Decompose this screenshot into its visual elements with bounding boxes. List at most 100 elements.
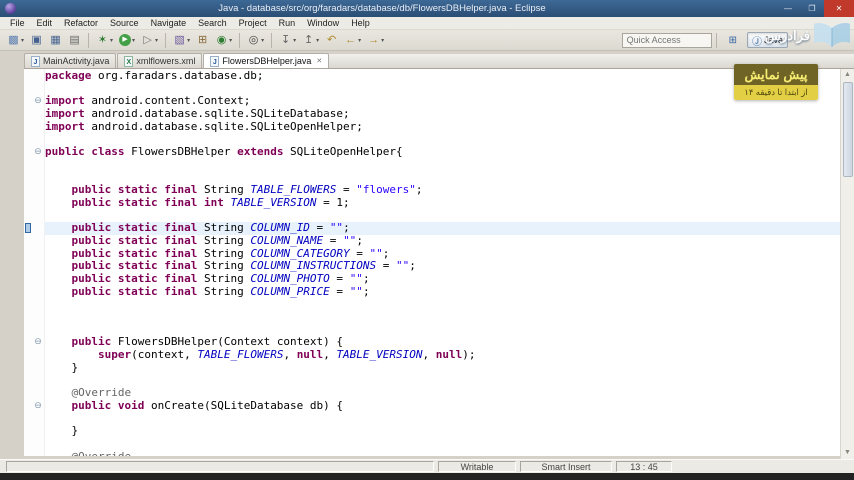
tab-bar: J MainActivity.java Xxmlflowers.xml J Flower… [24, 53, 854, 69]
menu-item-edit[interactable]: Edit [31, 18, 59, 28]
code-line[interactable] [45, 311, 854, 324]
quick-access-input[interactable] [621, 32, 712, 48]
tab-xmlflowers.xml[interactable]: Xxmlflowers.xml [117, 53, 203, 68]
menu-item-help[interactable]: Help [345, 18, 376, 28]
code-line[interactable]: public void onCreate(SQLiteDatabase db) … [45, 399, 854, 413]
code-line[interactable] [45, 413, 854, 426]
code-lines[interactable]: package org.faradars.database.db; import… [45, 69, 854, 456]
fold-cell [32, 247, 44, 260]
window-title: Java - database/src/org/faradars/databas… [218, 3, 546, 14]
save-all-icon[interactable]: ▦ [47, 32, 64, 49]
minimize-button[interactable]: — [776, 0, 800, 17]
search-icon[interactable]: ◎ ▾ [245, 32, 266, 49]
fold-margin: ⊖ ⊖ ⊖ ⊖ [32, 69, 45, 456]
code-line[interactable] [45, 438, 854, 451]
prev-annotation-icon[interactable]: ↥ ▾ [300, 32, 321, 49]
status-writable: Writable [438, 461, 516, 472]
fold-cell [32, 310, 44, 323]
bottom-strip [0, 473, 854, 480]
maximize-button[interactable]: ❐ [800, 0, 824, 17]
xml-file-icon: X [124, 55, 134, 67]
code-line[interactable]: } [45, 424, 854, 438]
code-line[interactable]: super(context, TABLE_FLOWERS, null, TABL… [45, 348, 854, 362]
status-bar: Writable Smart Insert 13 : 45 [0, 459, 854, 473]
fold-cell [32, 171, 44, 184]
menu-item-window[interactable]: Window [301, 18, 345, 28]
fold-cell [32, 323, 44, 336]
forward-icon[interactable]: → ▾ [365, 32, 386, 49]
tab-close-icon[interactable]: ✕ [316, 57, 322, 65]
fold-cell [32, 234, 44, 247]
fold-cell [32, 259, 44, 272]
window-controls: — ❐ ✕ [776, 0, 854, 17]
toolbar-icons: ▩ ▾ ▣ ▦ ▤ ✶ ▾ ▶ ▾ ▷ ▾ ▧ ▾ ⊞ ◉ ▾ ◎ ▾ ↧ ▾ ↥ ▾ ↶ ← ▾ → ▾ [4, 32, 387, 49]
code-line[interactable] [45, 375, 854, 388]
menu-item-refactor[interactable]: Refactor [58, 18, 104, 28]
title-bar: Java - database/src/org/faradars/databas… [0, 0, 854, 17]
fold-collapse-icon[interactable]: ⊖ [32, 399, 44, 412]
close-button[interactable]: ✕ [824, 0, 854, 17]
main-toolbar: ▩▾▣▦▤✶▾▶▾▷▾▧▾⊞◉▾◎▾↧▾↥▾↶←▾→▾ ⊞ⒿJava [0, 30, 854, 51]
tab-flowersdbhelper.java[interactable]: J FlowersDBHelper.java ✕ [203, 53, 330, 68]
last-edit-location-icon[interactable]: ↶ [323, 32, 340, 49]
tab-label: xmlflowers.xml [136, 56, 196, 66]
run-icon[interactable]: ▶ ▾ [117, 32, 137, 49]
fold-cell [32, 297, 44, 310]
scroll-down-icon[interactable]: ▼ [844, 447, 851, 459]
code-line[interactable]: } [45, 361, 854, 375]
toolbar-separator [88, 32, 90, 48]
menu-item-project[interactable]: Project [233, 18, 273, 28]
tab-mainactivity.java[interactable]: J MainActivity.java [24, 53, 117, 68]
fold-cell [32, 132, 44, 145]
scroll-up-icon[interactable]: ▲ [844, 69, 851, 81]
fold-cell [32, 158, 44, 171]
java-perspective-button[interactable]: Ⓙ Java [746, 32, 788, 48]
scrollbar-thumb[interactable] [842, 82, 853, 177]
fold-cell [32, 285, 44, 298]
java-file-icon: J [210, 55, 220, 67]
toolbar-separator [715, 32, 717, 48]
fold-cell [32, 183, 44, 196]
code-line[interactable] [45, 298, 854, 311]
vertical-scrollbar[interactable]: ▲ ▼ [840, 69, 854, 459]
fold-cell [32, 437, 44, 450]
new-class-icon[interactable]: ◉ ▾ [213, 32, 234, 49]
fold-cell [32, 272, 44, 285]
menubar: File Edit Refactor Source Navigate Search Proj… [0, 17, 854, 30]
fold-cell [32, 386, 44, 399]
fold-cell [32, 221, 44, 234]
workspace: J MainActivity.java Xxmlflowers.xml J Flower… [0, 51, 854, 459]
open-perspective-button[interactable]: ⊞ [724, 32, 744, 48]
code-editor[interactable]: ⊖ ⊖ ⊖ ⊖ package org.faradars.database.db; i… [24, 69, 854, 456]
new-java-project-icon[interactable]: ▧ ▾ [171, 32, 192, 49]
fold-cell [32, 209, 44, 222]
code-line[interactable]: public static final int TABLE_VERSION = … [45, 196, 854, 210]
fold-collapse-icon[interactable]: ⊖ [32, 145, 44, 158]
fold-collapse-icon[interactable]: ⊖ [32, 335, 44, 348]
menu-item-source[interactable]: Source [104, 18, 145, 28]
debug-icon[interactable]: ✶ ▾ [94, 32, 115, 49]
menu-item-run[interactable]: Run [273, 18, 302, 28]
fold-cell [32, 361, 44, 374]
code-line[interactable] [45, 159, 854, 172]
new-package-icon[interactable]: ⊞ [194, 32, 211, 49]
code-line[interactable]: public class FlowersDBHelper extends SQL… [45, 145, 854, 159]
code-line[interactable]: @Override [45, 450, 854, 456]
menu-item-search[interactable]: Search [192, 18, 233, 28]
print-icon[interactable]: ▤ [66, 32, 83, 49]
save-icon[interactable]: ▣ [28, 32, 45, 49]
code-line[interactable]: public static final String COLUMN_PRICE … [45, 285, 854, 299]
preview-badge: پیش نمایش از ابتدا تا دقیقه ۱۴ [734, 64, 818, 100]
preview-badge-subtitle: از ابتدا تا دقیقه ۱۴ [734, 85, 818, 100]
menu-item-file[interactable]: File [4, 18, 31, 28]
next-annotation-icon[interactable]: ↧ ▾ [277, 32, 298, 49]
back-icon[interactable]: ← ▾ [342, 32, 363, 49]
code-line[interactable]: package org.faradars.database.db; [45, 69, 854, 83]
fold-collapse-icon[interactable]: ⊖ [32, 94, 44, 107]
new-wizard-icon[interactable]: ▩ ▾ [5, 32, 26, 49]
toolbar-separator [271, 32, 273, 48]
fold-cell [32, 69, 44, 82]
menu-item-navigate[interactable]: Navigate [145, 18, 193, 28]
run-external-tools-icon[interactable]: ▷ ▾ [139, 32, 160, 49]
code-line[interactable]: import android.database.sqlite.SQLiteOpe… [45, 120, 854, 134]
